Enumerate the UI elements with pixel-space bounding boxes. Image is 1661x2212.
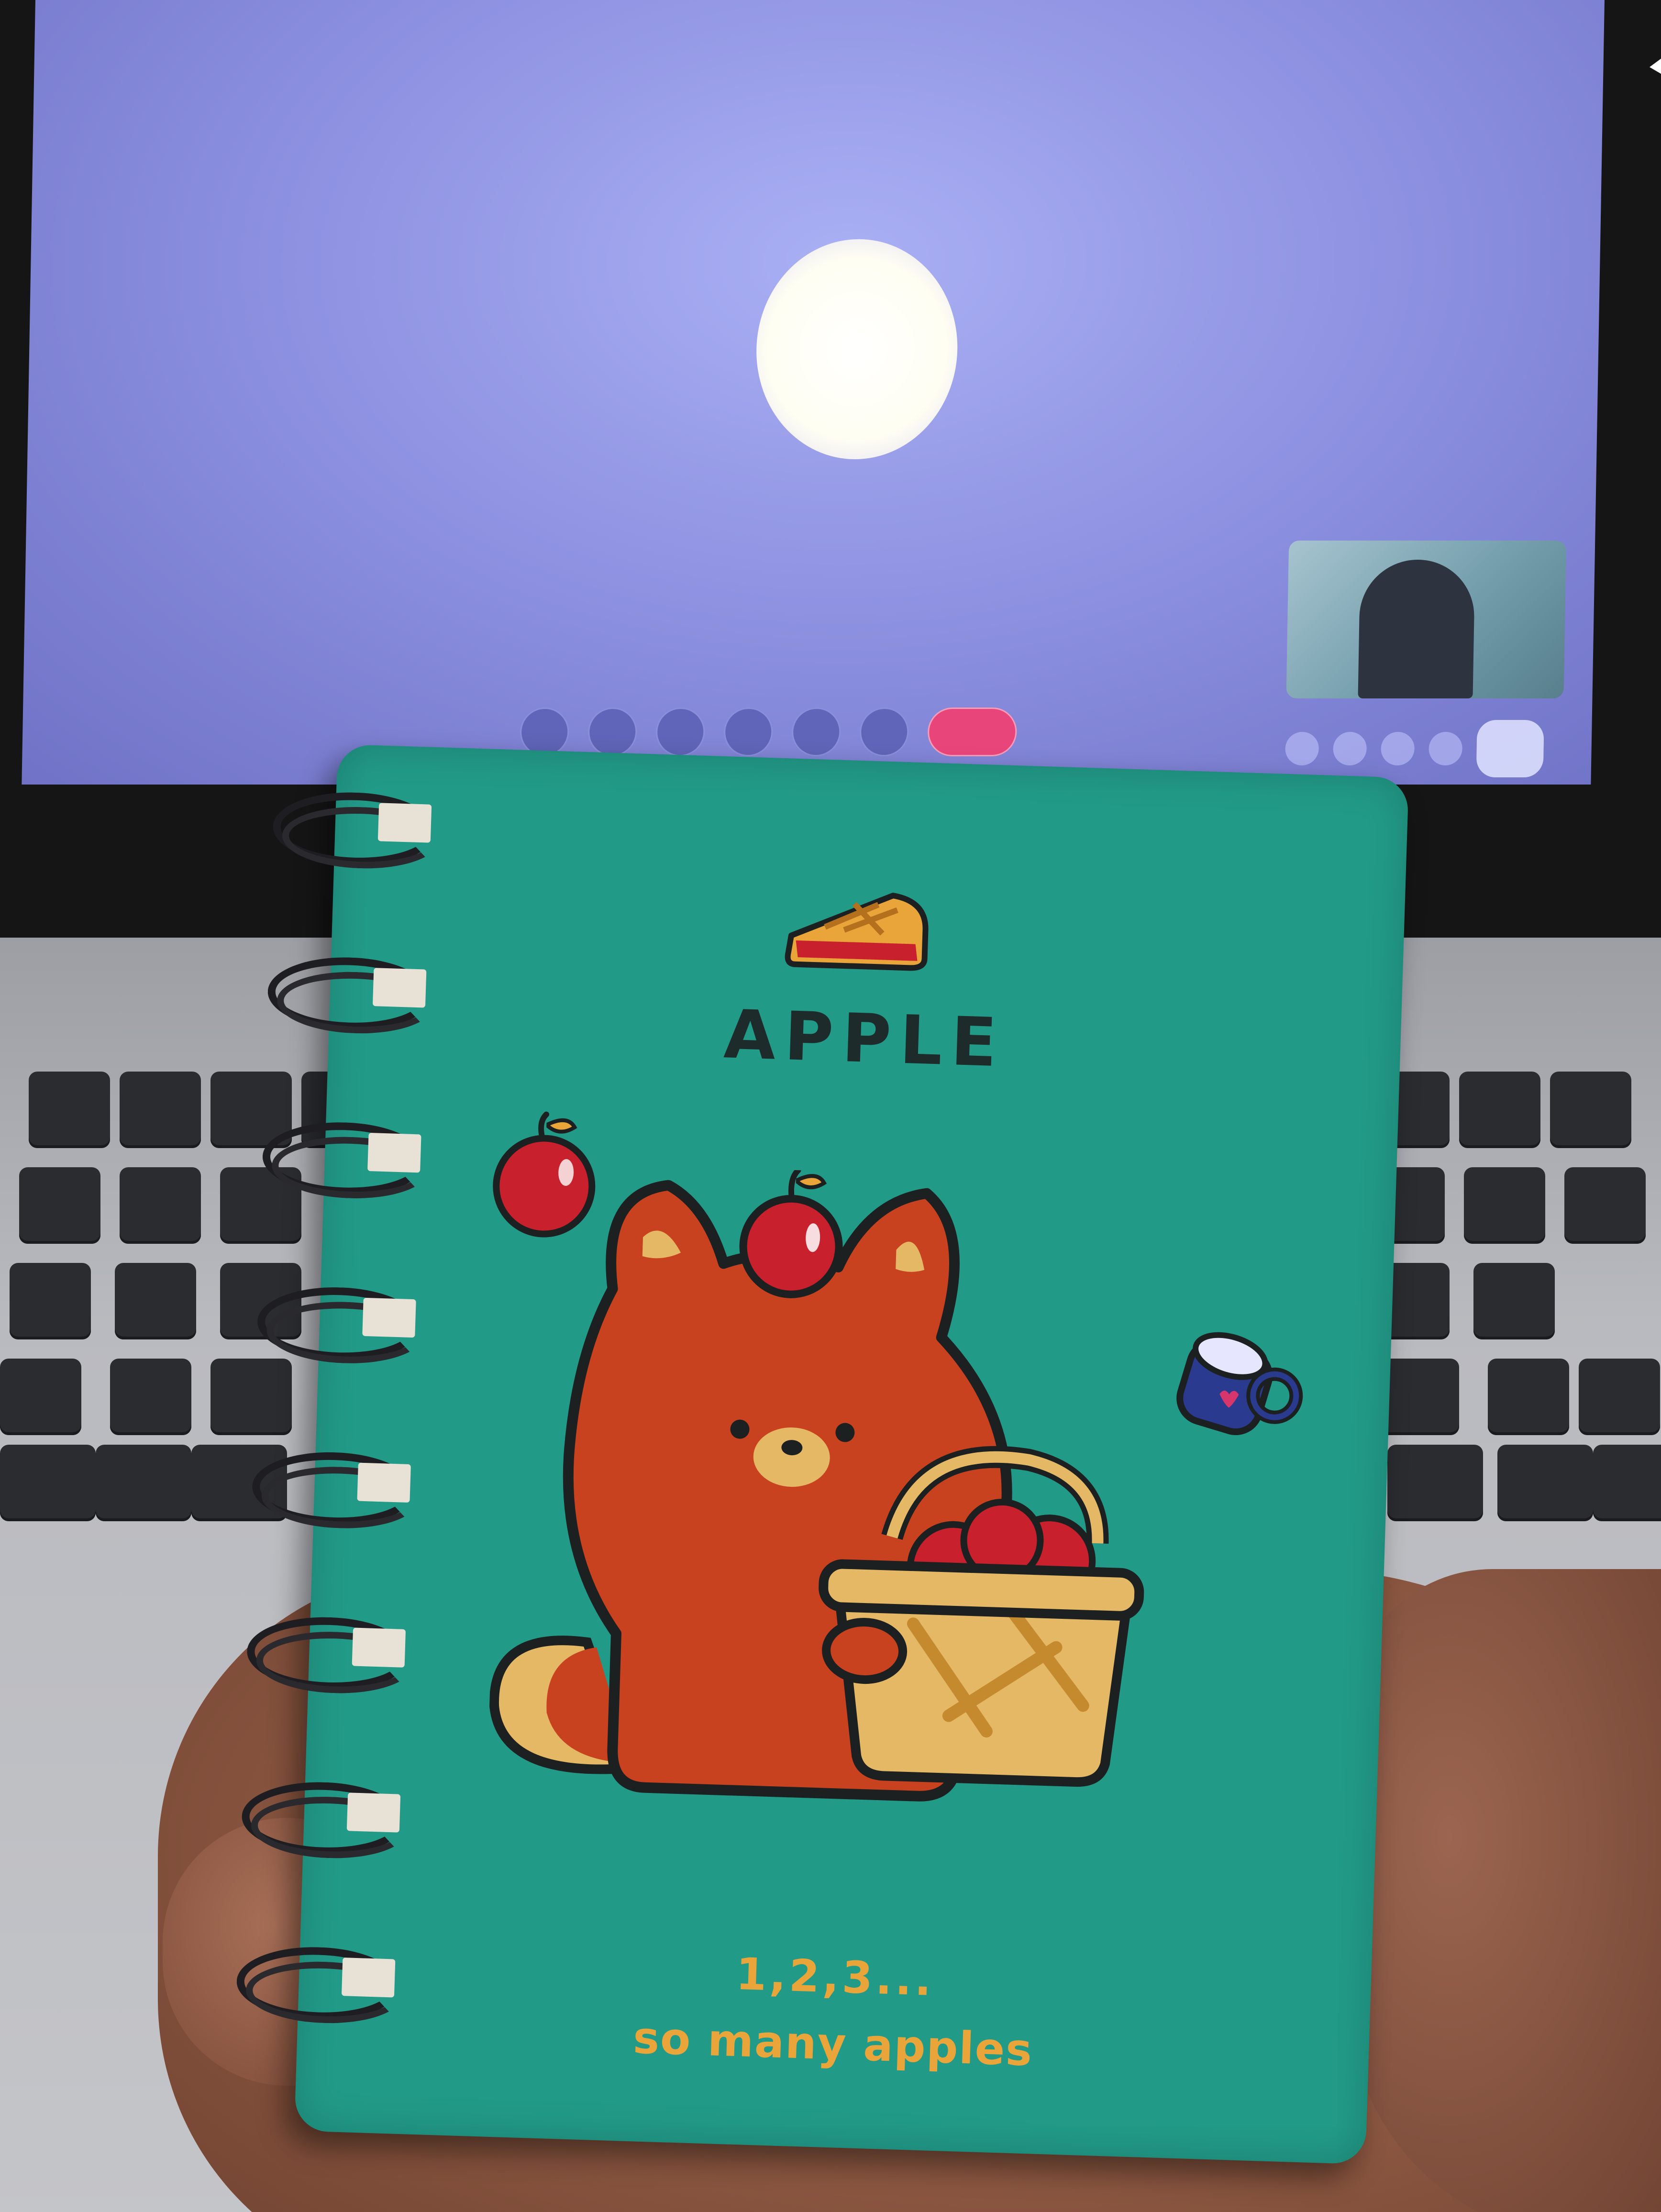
- keyboard-key: [1593, 1445, 1661, 1521]
- keyboard-key: [10, 1263, 91, 1339]
- activities-icon[interactable]: [1428, 732, 1463, 765]
- right-toolbar: [1285, 720, 1554, 777]
- screen-glare: [754, 239, 960, 459]
- keyboard-key: [1564, 1167, 1646, 1244]
- spiral-ring: [247, 1280, 425, 1366]
- keyboard-key: [1550, 1072, 1631, 1148]
- keyboard-key: [1464, 1167, 1545, 1244]
- info-icon[interactable]: [1285, 732, 1319, 765]
- ring-hole: [357, 1462, 411, 1503]
- keyboard-key: [1459, 1072, 1540, 1148]
- keyboard-key: [1488, 1359, 1569, 1435]
- video-tile: [1286, 541, 1567, 698]
- people-icon[interactable]: [1333, 732, 1367, 765]
- keyboard-key: [120, 1072, 201, 1148]
- ring-hole: [377, 803, 432, 843]
- captions-button[interactable]: [655, 708, 706, 756]
- cat-illustration: [489, 1167, 1144, 1802]
- call-controls-bar: [520, 703, 1200, 761]
- camera-button[interactable]: [587, 708, 638, 756]
- chat-icon[interactable]: [1381, 732, 1415, 765]
- emoji-button[interactable]: [723, 708, 774, 756]
- spiral-ring: [232, 1775, 409, 1861]
- video-person: [1358, 560, 1475, 698]
- present-button[interactable]: [791, 708, 842, 756]
- laptop-screen: [22, 0, 1661, 785]
- photo-scene: APPLE 1,2,3... so many apples: [0, 0, 1661, 2212]
- end-call-button[interactable]: [927, 708, 1018, 756]
- spiral-ring: [252, 1115, 430, 1201]
- hand-fingers: [1349, 1569, 1661, 2212]
- ring-hole: [346, 1792, 401, 1833]
- keyboard-key: [19, 1167, 100, 1244]
- cursor-icon: [1650, 38, 1661, 82]
- keyboard-key: [0, 1445, 96, 1521]
- host-controls-button[interactable]: [1476, 720, 1544, 777]
- keyboard-key: [0, 1359, 81, 1435]
- spiral-ring: [242, 1445, 420, 1531]
- notebook-cover: APPLE 1,2,3... so many apples: [235, 744, 1409, 2165]
- keyboard-key: [1579, 1359, 1660, 1435]
- keyboard-key: [120, 1167, 201, 1244]
- ring-hole: [367, 1132, 421, 1173]
- spiral-ring: [236, 1610, 414, 1696]
- hand-button[interactable]: [859, 708, 909, 756]
- apple-pie-icon: [785, 893, 929, 971]
- ring-hole: [362, 1297, 416, 1338]
- keyboard-key: [29, 1072, 110, 1148]
- keyboard-key: [1387, 1445, 1483, 1521]
- keyboard-key: [1473, 1263, 1555, 1339]
- notebook-title: APPLE: [722, 995, 1007, 1083]
- spiral-ring: [263, 785, 440, 871]
- mic-button[interactable]: [520, 708, 570, 756]
- keyboard-key: [115, 1263, 196, 1339]
- keyboard-key: [1497, 1445, 1593, 1521]
- keyboard-key: [110, 1359, 191, 1435]
- keyboard-key: [96, 1445, 191, 1521]
- ring-hole: [352, 1627, 406, 1668]
